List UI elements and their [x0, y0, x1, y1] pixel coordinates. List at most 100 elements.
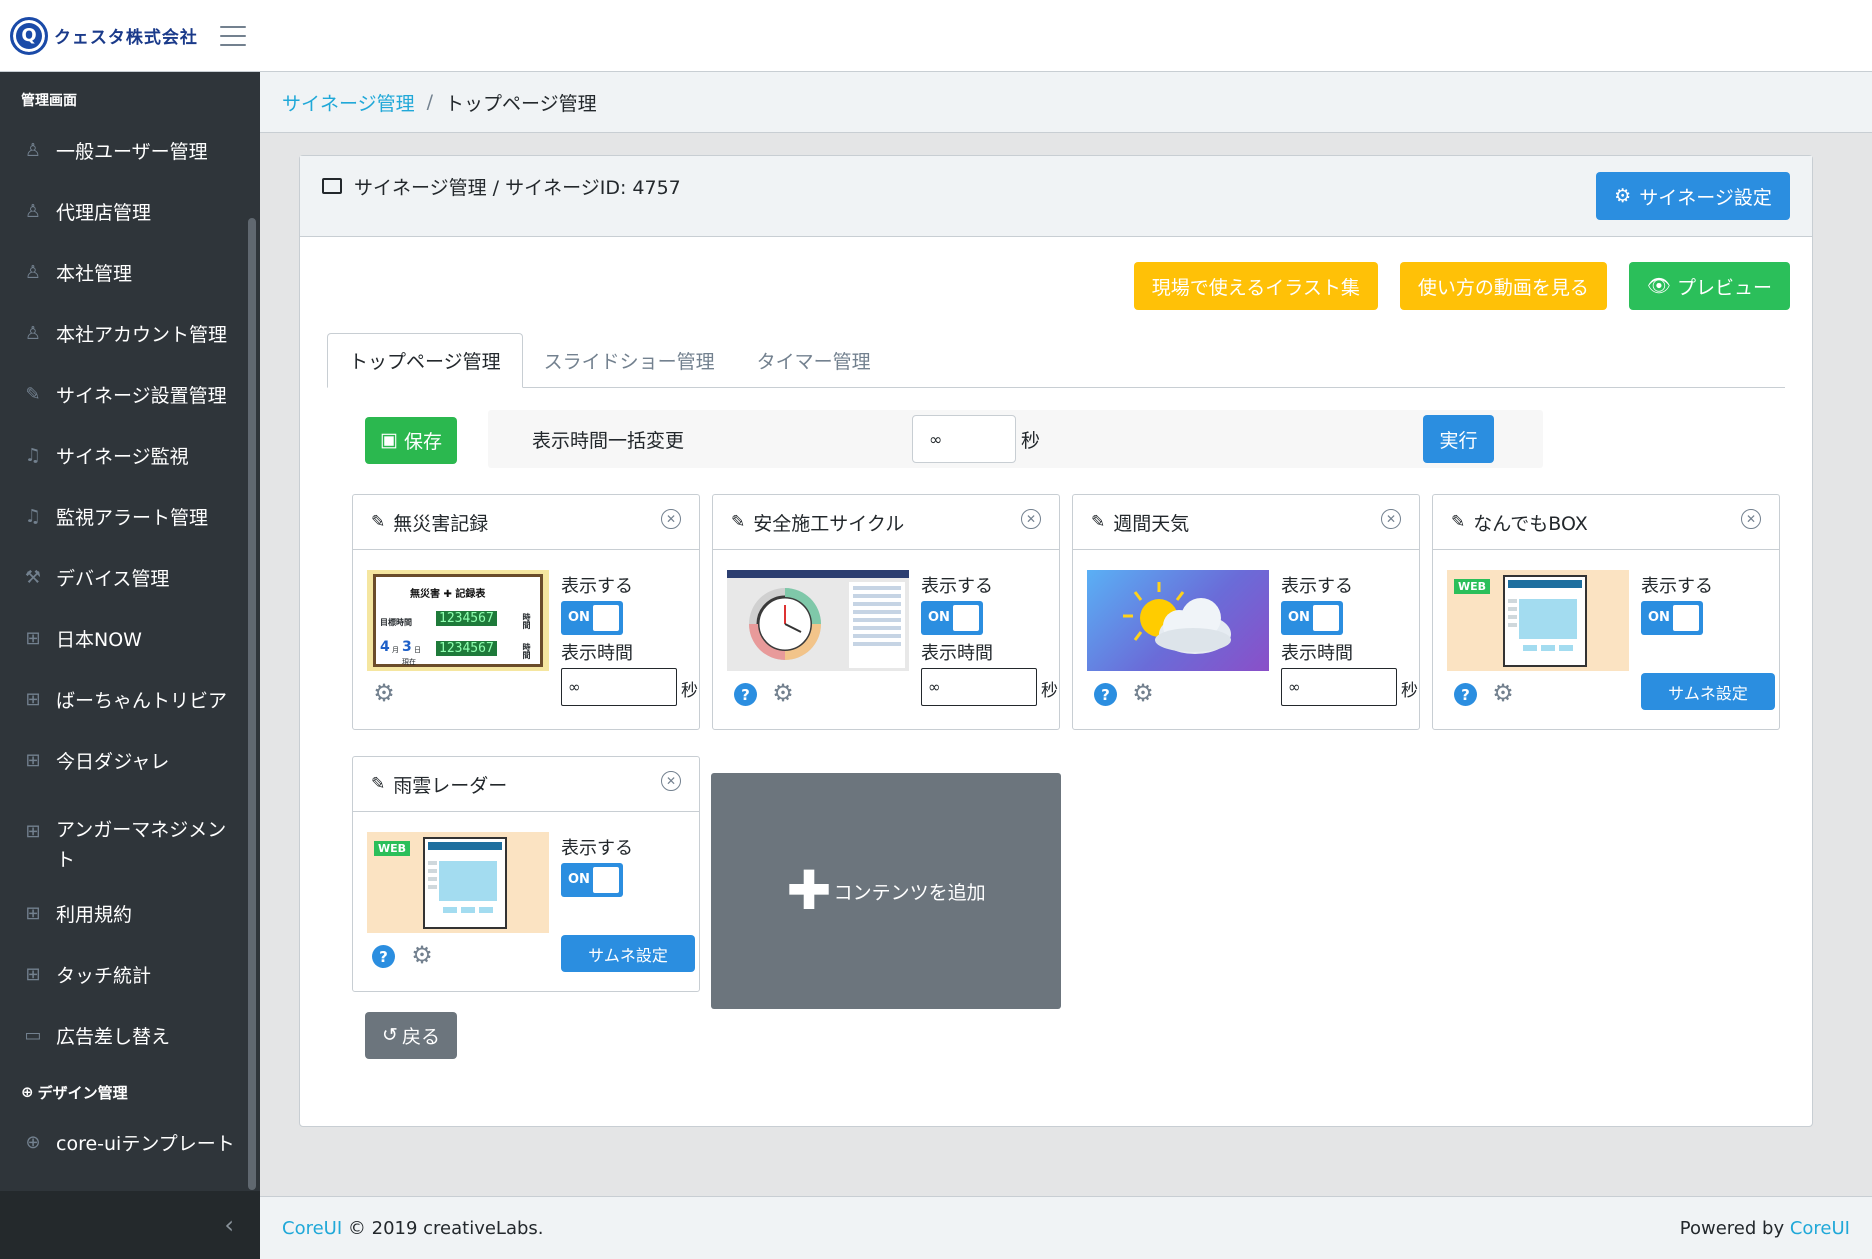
sign-present-label: 現在 — [402, 658, 416, 666]
sidebar-item-signage-install[interactable]: ✎ サイネージ設置管理 — [0, 364, 260, 425]
gear-icon[interactable]: ⚙ — [1130, 680, 1156, 706]
pencil-icon[interactable]: ✎ — [371, 774, 385, 794]
display-toggle[interactable]: ON — [561, 601, 623, 635]
web-badge: WEB — [1454, 579, 1491, 594]
illustrations-button[interactable]: 現場で使えるイラスト集 — [1133, 262, 1378, 310]
back-button[interactable]: ↺ 戻る — [365, 1012, 457, 1059]
sidebar-item-pun[interactable]: ⊞ 今日ダジャレ — [0, 730, 260, 791]
footer-left: CoreUI © 2019 creativeLabs. — [282, 1218, 544, 1239]
sidebar-item-touch-stats[interactable]: ⊞ タッチ統計 — [0, 944, 260, 1005]
eye-icon: 👁 — [1646, 276, 1671, 297]
display-toggle[interactable]: ON — [1641, 601, 1703, 635]
tab-top-page[interactable]: トップページ管理 — [327, 333, 523, 388]
signage-card: サイネージ管理 / サイネージID: 4757 ⚙ サイネージ設定 現場で使えるイ… — [299, 155, 1813, 1127]
breadcrumb-link-signage[interactable]: サイネージ管理 — [282, 89, 415, 116]
grid-icon: ⊞ — [25, 903, 41, 924]
help-icon[interactable]: ? — [1094, 683, 1117, 706]
sidebar-item-ad-replace[interactable]: ▭ 広告差し替え — [0, 1005, 260, 1066]
sign-day-unit: 日 — [414, 646, 421, 654]
help-icon[interactable]: ? — [1454, 683, 1477, 706]
sidebar-item-label: デバイス管理 — [56, 568, 170, 590]
display-toggle[interactable]: ON — [921, 601, 983, 635]
save-button[interactable]: ▣ 保存 — [365, 417, 457, 464]
help-icon[interactable]: ? — [372, 945, 395, 968]
save-icon: ▣ — [380, 430, 398, 451]
sidebar-item-label: 日本NOW — [56, 629, 142, 651]
execute-button[interactable]: 実行 — [1423, 415, 1494, 463]
user-icon: ♙ — [24, 262, 42, 283]
sidebar-scrollbar[interactable] — [248, 218, 256, 1190]
sidebar-item-terms[interactable]: ⊞ 利用規約 — [0, 883, 260, 944]
sidebar-item-hq-accounts[interactable]: ♙ 本社アカウント管理 — [0, 303, 260, 364]
pencil-icon[interactable]: ✎ — [1091, 512, 1105, 532]
breadcrumb-separator: / — [426, 91, 434, 113]
close-icon[interactable]: ✕ — [1381, 509, 1401, 529]
sidebar-item-signage-monitor[interactable]: ♫ サイネージ監視 — [0, 425, 260, 486]
breadcrumb-current: トップページ管理 — [445, 92, 597, 115]
sidebar-item-label: サイネージ設置管理 — [56, 385, 227, 407]
monitor-icon: ▭ — [24, 1025, 42, 1046]
sign-board: 無災害 ✚ 記録表 目標時間 1234567 時間 1234567 時間 4 月… — [373, 574, 543, 667]
preview-button[interactable]: 👁 プレビュー — [1628, 262, 1790, 310]
sidebar-item-headquarters[interactable]: ♙ 本社管理 — [0, 242, 260, 303]
sidebar-item-anger-management[interactable]: ⊞ アンガーマネジメント — [0, 791, 260, 883]
plus-icon: ✚ — [786, 859, 832, 922]
sidebar-item-coreui-template[interactable]: ⊕ core-uiテンプレート — [0, 1108, 260, 1176]
close-icon[interactable]: ✕ — [1741, 509, 1761, 529]
brand-logo-link[interactable]: Q クェスタ株式会社 — [0, 0, 210, 72]
thumbnail-settings-button[interactable]: サムネ設定 — [1641, 673, 1775, 710]
display-time-input[interactable]: ∞ — [1281, 668, 1397, 706]
add-content-button[interactable]: ✚ コンテンツを追加 — [711, 773, 1061, 1009]
tab-slideshow[interactable]: スライドショー管理 — [523, 333, 736, 388]
display-time-input[interactable]: ∞ — [561, 668, 677, 706]
gear-icon[interactable]: ⚙ — [371, 680, 397, 706]
help-icon[interactable]: ? — [734, 683, 757, 706]
tab-timer[interactable]: タイマー管理 — [736, 333, 892, 388]
content-title[interactable]: 安全施工サイクル — [753, 509, 904, 536]
gear-icon[interactable]: ⚙ — [1490, 680, 1516, 706]
bulk-time-label: 表示時間一括変更 — [532, 430, 685, 452]
close-icon[interactable]: ✕ — [661, 771, 681, 791]
sign-day: 3 — [402, 639, 412, 655]
sidebar: 管理画面 ♙ 一般ユーザー管理 ♙ 代理店管理 ♙ 本社管理 ♙ 本社アカウント管理 ✎… — [0, 72, 260, 1259]
bulk-time-input[interactable]: ∞ — [912, 415, 1016, 463]
display-time-input[interactable]: ∞ — [921, 668, 1037, 706]
show-label: 表示する — [921, 576, 993, 597]
how-to-video-button[interactable]: 使い方の動画を見る — [1399, 262, 1607, 310]
display-toggle[interactable]: ON — [561, 863, 623, 897]
content-card: ✎ 雨雲レーダー ✕ WEB 表示する ON サムネ設定 ? ⚙ — [352, 756, 700, 992]
sidebar-item-general-users[interactable]: ♙ 一般ユーザー管理 — [0, 120, 260, 181]
bulk-time-panel: 表示時間一括変更 ∞ 秒 実行 — [488, 410, 1543, 468]
user-icon: ♙ — [24, 201, 42, 222]
toggle-knob — [1673, 605, 1699, 631]
content-title[interactable]: 無災害記録 — [393, 509, 488, 536]
content-title[interactable]: 週間天気 — [1113, 509, 1189, 536]
pencil-icon[interactable]: ✎ — [731, 512, 745, 532]
sidebar-item-alerts[interactable]: ♫ 監視アラート管理 — [0, 486, 260, 547]
close-icon[interactable]: ✕ — [1021, 509, 1041, 529]
sidebar-item-trivia[interactable]: ⊞ ばーちゃんトリビア — [0, 669, 260, 730]
thumbnail-settings-button[interactable]: サムネ設定 — [561, 935, 695, 972]
hamburger-menu-icon[interactable] — [220, 25, 246, 46]
close-icon[interactable]: ✕ — [661, 509, 681, 529]
sidebar-item-agencies[interactable]: ♙ 代理店管理 — [0, 181, 260, 242]
grid-icon: ⊞ — [25, 628, 41, 649]
button-label: プレビュー — [1676, 277, 1772, 299]
content-title[interactable]: 雨雲レーダー — [393, 771, 507, 798]
pencil-icon[interactable]: ✎ — [371, 512, 385, 532]
content-thumbnail: WEB — [367, 832, 549, 933]
footer-copyright: © 2019 creativeLabs. — [347, 1217, 544, 1239]
content-card-header: ✎ 無災害記録 ✕ — [353, 495, 699, 550]
sidebar-item-japan-now[interactable]: ⊞ 日本NOW — [0, 608, 260, 669]
gear-icon[interactable]: ⚙ — [409, 942, 435, 968]
footer-brand-link[interactable]: CoreUI — [282, 1218, 342, 1239]
gear-icon[interactable]: ⚙ — [770, 680, 796, 706]
sidebar-minimize-button[interactable]: ‹ — [0, 1191, 260, 1259]
user-icon: ♙ — [24, 323, 42, 344]
sidebar-item-devices[interactable]: ⚒ デバイス管理 — [0, 547, 260, 608]
display-toggle[interactable]: ON — [1281, 601, 1343, 635]
content-title[interactable]: なんでもBOX — [1473, 509, 1588, 536]
signage-settings-button[interactable]: ⚙ サイネージ設定 — [1596, 172, 1790, 220]
footer-powered-link[interactable]: CoreUI — [1790, 1218, 1850, 1239]
pencil-icon[interactable]: ✎ — [1451, 512, 1465, 532]
